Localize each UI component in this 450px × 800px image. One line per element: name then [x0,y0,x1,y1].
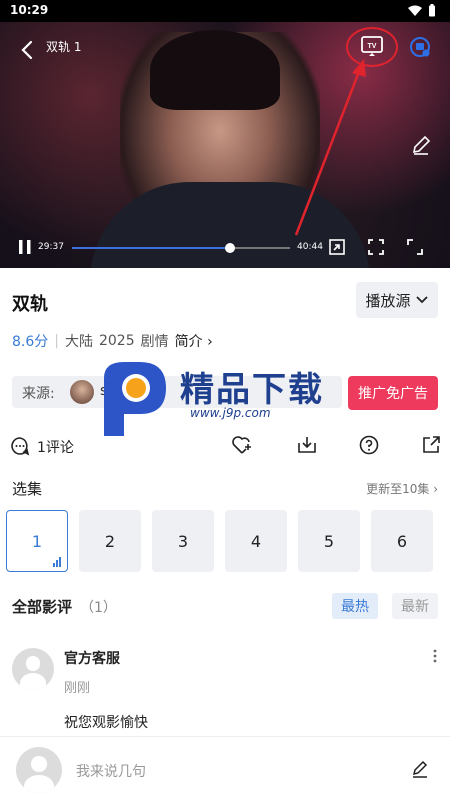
source-select-label: 播放源 [365,291,411,310]
fullscreen-corners-icon[interactable] [367,238,385,256]
share-icon[interactable] [420,434,442,456]
watermark-p-icon [104,362,166,436]
battery-icon [429,4,435,17]
intro-link[interactable]: 简介 › [175,331,213,351]
episode-1[interactable]: 1 [6,510,68,572]
episode-label: 6 [396,531,408,551]
avatar[interactable] [12,648,54,690]
episode-5[interactable]: 5 [298,510,360,572]
current-time: 29:37 [38,242,64,252]
comment-count[interactable]: 1评论 [37,437,74,457]
edit-pen-icon[interactable] [410,759,430,779]
source-avatar [70,380,94,404]
video-title: 双轨 1 [46,40,82,54]
back-arrow-icon[interactable] [16,38,40,62]
episodes-update-text: 更新至10集 [366,482,430,496]
episodes-header: 选集 [12,480,43,498]
player-controls: 29:37 40:44 [0,236,450,260]
divider: | [54,333,59,349]
progress-bar[interactable] [72,243,290,253]
episode-label: 3 [177,531,189,551]
pause-icon[interactable] [16,238,34,256]
episode-label: 2 [104,531,116,551]
episode-label: 1 [31,531,43,551]
progress-fill [72,247,231,249]
comment-time: 刚刚 [64,681,91,696]
screen-mirror-icon[interactable] [408,35,432,59]
help-icon[interactable] [358,434,380,456]
annotation-arrow [294,59,366,236]
source-label: 来源: [22,386,55,402]
status-time: 10:29 [10,3,49,17]
user-avatar [16,747,62,793]
download-icon[interactable] [296,434,318,456]
wifi-icon [408,5,422,16]
comment-text: 祝您观影愉快 [64,715,148,731]
score: 8.6分 [12,334,49,350]
draw-pen-icon[interactable] [410,134,432,156]
comment-input[interactable]: 我来说几句 [76,761,146,781]
genre: 剧情 [140,334,169,350]
reviews-header: 全部影评 [12,598,73,616]
watermark-logo: 精品下载 www.j9p.com [96,358,356,438]
source-select-button[interactable]: 播放源 [356,282,438,318]
comment-author[interactable]: 官方客服 [64,648,120,668]
episodes-update-link[interactable]: 更新至10集 › [366,480,438,497]
sort-new-tab[interactable]: 最新 [392,593,438,619]
more-vertical-icon[interactable] [430,648,440,664]
intro-label: 简介 [174,334,203,350]
fullscreen-icon[interactable] [406,238,424,256]
status-icons [408,4,436,17]
episode-label: 5 [323,531,335,551]
chevron-down-icon [415,296,428,304]
watermark-text: 精品下载 [180,370,324,410]
sort-hot-tab[interactable]: 最热 [332,593,378,619]
progress-knob[interactable] [225,243,236,253]
favorite-heart-icon[interactable] [231,434,253,456]
episode-label: 4 [250,531,262,551]
total-time: 40:44 [297,242,323,252]
show-title: 双轨 [12,294,48,315]
playing-indicator-icon [53,557,61,567]
episode-4[interactable]: 4 [225,510,287,572]
remove-ads-button[interactable]: 推广免广告 [348,376,438,410]
year: 2025 [98,333,135,349]
status-bar: 10:29 [0,0,450,22]
episode-6[interactable]: 6 [371,510,433,572]
comment-icon[interactable] [10,436,30,456]
meta-row: 8.6分 | 大陆 2025 剧情 简介 › [12,331,213,351]
region: 大陆 [64,334,93,350]
episode-2[interactable]: 2 [79,510,141,572]
watermark-url: www.j9p.com [190,406,271,420]
episode-3[interactable]: 3 [152,510,214,572]
picture-in-picture-icon[interactable] [328,238,346,256]
episode-list: 1 2 3 4 5 6 [6,510,450,572]
comment-input-bar: 我来说几句 [0,736,450,800]
reviews-count: （1） [80,600,117,616]
action-row: 1评论 [0,432,450,460]
